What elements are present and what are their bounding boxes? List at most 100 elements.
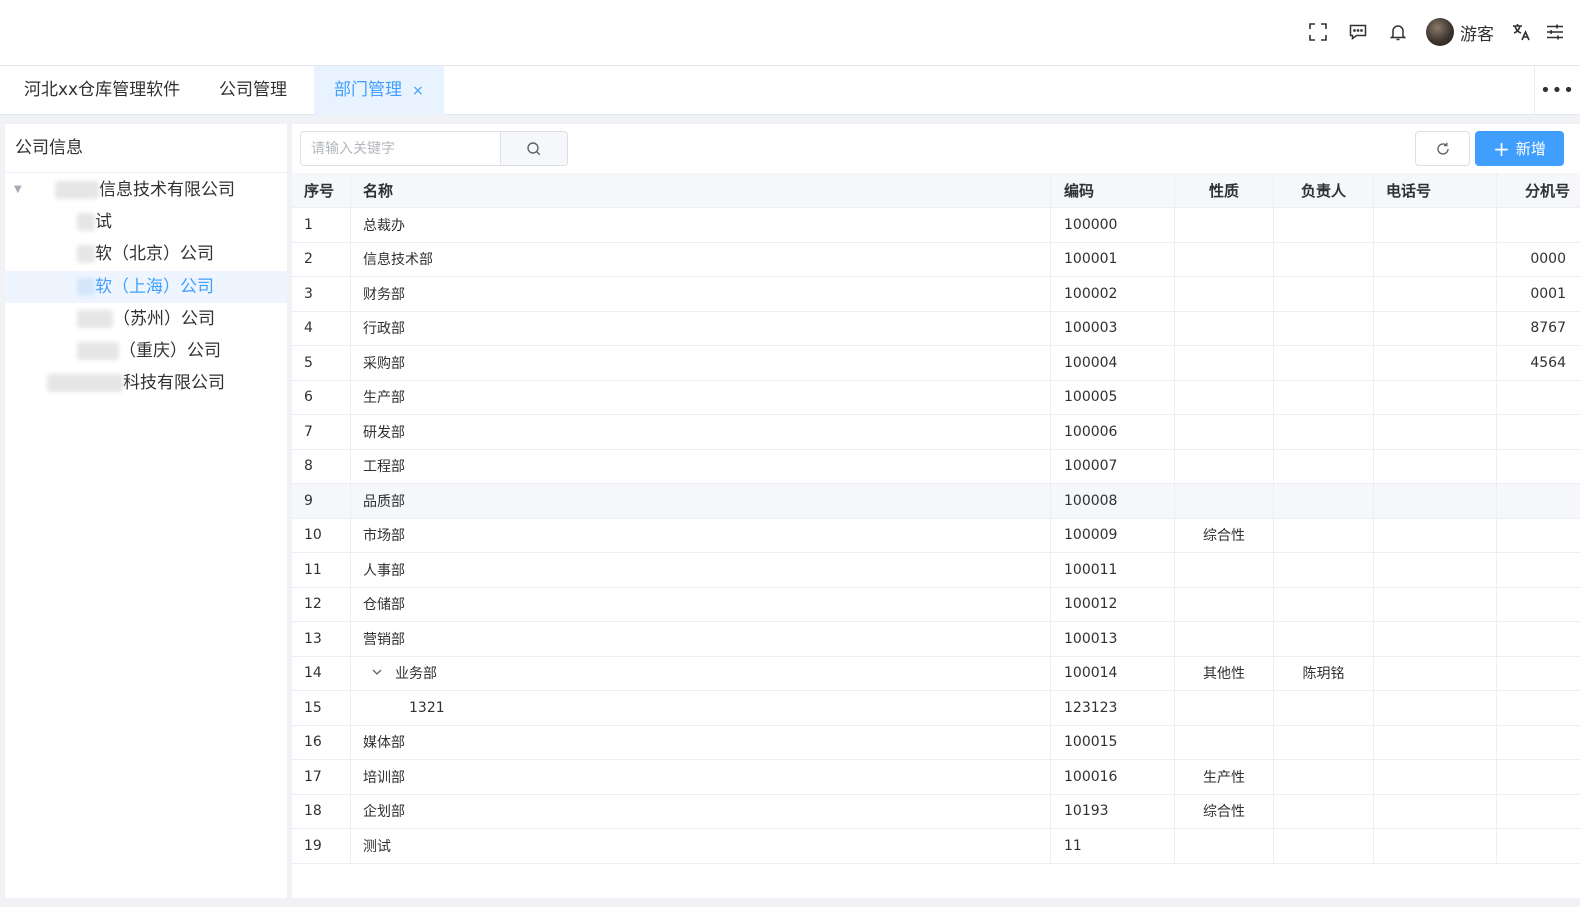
- department-list-panel: +新增 序号 名称 编码 性质 负责人 电话号 分机号 1总裁办1000002信…: [292, 124, 1580, 898]
- redacted-text: [77, 245, 95, 263]
- tree-node-root-company[interactable]: ▼ 信息技术有限公司: [5, 174, 287, 206]
- table-row[interactable]: 10 市场部 100009 综合性: [292, 518, 1580, 553]
- cell-code-text: 100004: [1064, 354, 1118, 371]
- cell-name-text: 仓储部: [363, 597, 405, 614]
- cell-index-text: 18: [304, 803, 322, 820]
- fullscreen-icon[interactable]: [1298, 16, 1338, 48]
- cell-extension-text: 0000: [1530, 251, 1566, 268]
- tree-node-beijing[interactable]: 软（北京）公司: [5, 238, 287, 270]
- cell-extension: [1497, 415, 1580, 449]
- table-row[interactable]: 12 仓储部 100012: [292, 587, 1580, 622]
- cell-extension: [1497, 381, 1580, 415]
- cell-manager: [1274, 691, 1374, 725]
- cell-manager: [1274, 622, 1374, 656]
- table-row[interactable]: 8 工程部 100007: [292, 449, 1580, 484]
- settings-sliders-icon[interactable]: [1538, 16, 1572, 48]
- cell-nature-text: 综合性: [1203, 804, 1245, 821]
- user-name[interactable]: 游客: [1460, 20, 1494, 45]
- cell-name: 营销部: [351, 622, 1051, 656]
- col-header-phone[interactable]: 电话号: [1374, 173, 1497, 207]
- table-row[interactable]: 3 财务部 100002 0001: [292, 277, 1580, 312]
- chevron-down-icon[interactable]: [371, 666, 385, 681]
- cell-phone: [1374, 380, 1497, 414]
- col-header-extension[interactable]: 分机号: [1497, 173, 1580, 207]
- tree-node-tech-company[interactable]: 科技有限公司: [5, 367, 287, 399]
- cell-index-text: 15: [304, 699, 322, 716]
- cell-index: 2: [292, 242, 351, 276]
- col-header-nature[interactable]: 性质: [1175, 173, 1274, 207]
- cell-manager: [1274, 346, 1374, 380]
- search-button[interactable]: [499, 132, 567, 165]
- caret-down-icon[interactable]: ▼: [14, 174, 22, 206]
- table-row[interactable]: 5 采购部 100004 4564: [292, 346, 1580, 381]
- table-row[interactable]: 17 培训部 100016 生产性: [292, 760, 1580, 795]
- cell-index: 3: [292, 277, 351, 311]
- table-row[interactable]: 11 人事部 100011: [292, 553, 1580, 588]
- tree-node-chongqing[interactable]: （重庆）公司: [5, 335, 287, 367]
- cell-nature: [1175, 587, 1274, 621]
- cell-extension: 4564: [1497, 346, 1580, 380]
- cell-extension: [1497, 450, 1580, 484]
- tab-department-management[interactable]: 部门管理 ×: [314, 66, 444, 115]
- top-header: 游客: [0, 0, 1580, 66]
- table-row[interactable]: 18 企划部 10193 综合性: [292, 794, 1580, 829]
- table-row[interactable]: 1 总裁办 100000: [292, 208, 1580, 243]
- cell-manager: [1274, 518, 1374, 552]
- table-row[interactable]: 9 品质部 100008: [292, 484, 1580, 519]
- more-tabs-icon[interactable]: •••: [1534, 66, 1580, 115]
- add-button[interactable]: + 新增: [1475, 131, 1564, 166]
- cell-name-text: 培训部: [363, 769, 405, 786]
- cell-extension: [1497, 795, 1580, 829]
- cell-phone: [1374, 829, 1497, 863]
- cell-name: 媒体部: [351, 725, 1051, 759]
- message-icon[interactable]: [1338, 16, 1378, 48]
- table-row[interactable]: 2 信息技术部 100001 0000: [292, 242, 1580, 277]
- redacted-text: [77, 278, 95, 296]
- refresh-button[interactable]: [1415, 131, 1470, 166]
- search-icon: [527, 141, 541, 155]
- cell-extension-text: 4564: [1530, 354, 1566, 371]
- bell-icon[interactable]: [1378, 16, 1418, 48]
- cell-code: 100013: [1051, 622, 1175, 656]
- cell-code-text: 100012: [1064, 596, 1118, 613]
- cell-index: 17: [292, 760, 351, 794]
- tab-warehouse-software[interactable]: 河北xx仓库管理软件: [24, 66, 180, 115]
- table-row[interactable]: 19 测试 11: [292, 829, 1580, 864]
- cell-nature: 综合性: [1175, 794, 1274, 828]
- table-row[interactable]: 15 1321 123123: [292, 691, 1580, 726]
- cell-nature: [1175, 277, 1274, 311]
- cell-nature: 综合性: [1175, 518, 1274, 552]
- col-header-index[interactable]: 序号: [292, 173, 351, 207]
- redacted-text: [77, 213, 95, 231]
- tree-node-suzhou[interactable]: （苏州）公司: [5, 303, 287, 335]
- cell-phone: [1374, 691, 1497, 725]
- cell-name: 研发部: [351, 415, 1051, 449]
- close-icon[interactable]: ×: [412, 83, 424, 99]
- search-input[interactable]: [301, 132, 500, 165]
- col-header-name[interactable]: 名称: [351, 173, 1051, 207]
- cell-extension: [1497, 657, 1580, 691]
- cell-name-text: 研发部: [363, 424, 405, 441]
- table-row[interactable]: 4 行政部 100003 8767: [292, 311, 1580, 346]
- col-header-code[interactable]: 编码: [1051, 173, 1175, 207]
- cell-name-text: 1321: [409, 699, 445, 716]
- table-row[interactable]: 6 生产部 100005: [292, 380, 1580, 415]
- table-row[interactable]: 16 媒体部 100015: [292, 725, 1580, 760]
- cell-name: 生产部: [351, 380, 1051, 414]
- avatar[interactable]: [1426, 18, 1454, 46]
- translate-icon[interactable]: [1504, 16, 1538, 48]
- cell-code-text: 100008: [1064, 492, 1118, 509]
- tab-company-management[interactable]: 公司管理: [219, 66, 287, 115]
- table-row[interactable]: 7 研发部 100006: [292, 415, 1580, 450]
- cell-name-text: 信息技术部: [363, 252, 433, 269]
- tree-node-shanghai[interactable]: 软（上海）公司: [5, 271, 287, 303]
- table-row[interactable]: 14 业务部 100014 其他性 陈玥铭: [292, 656, 1580, 691]
- table-row[interactable]: 13 营销部 100013: [292, 622, 1580, 657]
- cell-phone: [1374, 587, 1497, 621]
- cell-code-text: 100016: [1064, 768, 1118, 785]
- cell-extension: [1497, 588, 1580, 622]
- cell-code-text: 100001: [1064, 251, 1118, 268]
- cell-manager: [1274, 380, 1374, 414]
- col-header-manager[interactable]: 负责人: [1274, 173, 1374, 207]
- tree-node-test[interactable]: 试: [5, 206, 287, 238]
